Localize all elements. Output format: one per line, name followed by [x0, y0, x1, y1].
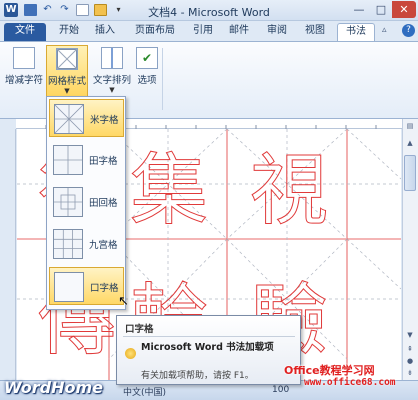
tab-calligraphy[interactable]: 书法 [337, 23, 375, 41]
ribbon-group-divider [162, 48, 163, 110]
status-language[interactable]: 中文(中国) [123, 385, 166, 398]
gallery-item-jiugong[interactable]: 九宫格 [49, 225, 124, 263]
gallery-item-label: 米字格 [90, 115, 119, 126]
grid-style-button[interactable]: 网格样式 ▼ [46, 45, 88, 97]
grid-style-dropdown-arrow-icon: ▼ [64, 87, 70, 95]
tab-file[interactable]: 文件 [4, 23, 46, 41]
title-bar: W ↶ ↷ ▾ 文档4 - Microsoft Word — □ ✕ [0, 0, 418, 21]
text-arrangement-label: 文字排列 [92, 75, 131, 86]
vertical-ruler[interactable] [0, 129, 16, 380]
scroll-down-arrow-icon[interactable]: ▼ [404, 330, 416, 340]
tianhui-grid-icon [53, 187, 83, 217]
options-checklist-icon: ✔ [136, 47, 158, 69]
gallery-item-label: 口字格 [90, 283, 119, 294]
ribbon-tab-row: 文件 开始 插入 页面布局 引用 邮件 审阅 视图 书法 [0, 21, 418, 41]
close-button[interactable]: ✕ [392, 1, 416, 18]
grid-guide-line [346, 129, 401, 180]
ruler-corner [0, 119, 16, 129]
addin-gear-icon [125, 348, 136, 359]
tooltip-title: 口字格 [125, 324, 154, 335]
tab-references[interactable]: 引用 [188, 23, 218, 41]
text-arrangement-button[interactable]: 文字排列 ▼ [90, 45, 134, 97]
grid-style-label: 网格样式 [47, 76, 86, 87]
grid-style-tooltip: 口字格 Microsoft Word 书法加载项 有关加载项帮助，请按 F1。 [116, 315, 301, 385]
previous-page-icon[interactable]: ⇞ [404, 344, 416, 354]
text-arrangement-icon [101, 47, 123, 69]
gallery-item-tianhui[interactable]: 田回格 [49, 183, 124, 221]
gallery-item-tian[interactable]: 田字格 [49, 141, 124, 179]
calligraphy-character: 集 [130, 146, 208, 236]
next-page-icon[interactable]: ⇟ [404, 368, 416, 378]
ruler-toggle-icon[interactable]: ▤ [404, 121, 416, 131]
options-button[interactable]: ✔ 选项 [134, 45, 160, 97]
grid-style-icon [56, 48, 78, 70]
wordhome-watermark: WordHome [4, 378, 104, 397]
mi-grid-icon [54, 104, 84, 134]
gallery-item-label: 田回格 [89, 198, 118, 209]
grid-style-gallery: 米字格 田字格 田回格 九宫格 口字格 [46, 96, 126, 310]
grid-guide-line [346, 238, 401, 290]
minimize-button[interactable]: — [348, 1, 370, 18]
jiugong-grid-icon [53, 229, 83, 259]
tab-insert[interactable]: 插入 [88, 23, 122, 41]
tian-grid-icon [53, 145, 83, 175]
add-remove-characters-button[interactable]: 增减字符 [4, 45, 44, 97]
vertical-scroll-thumb[interactable] [404, 155, 416, 191]
gallery-item-mi[interactable]: 米字格 [49, 99, 124, 137]
scroll-up-arrow-icon[interactable]: ▲ [404, 138, 416, 148]
tab-page-layout[interactable]: 页面布局 [128, 23, 182, 41]
tooltip-divider [123, 336, 295, 337]
kou-grid-icon [54, 272, 84, 302]
browse-object-icon[interactable]: ● [404, 356, 416, 366]
minimize-ribbon-icon[interactable]: ▵ [382, 25, 387, 35]
add-remove-characters-label: 增减字符 [4, 75, 43, 86]
status-zoom-level[interactable]: 100 [272, 385, 289, 395]
tab-view[interactable]: 视图 [300, 23, 330, 41]
help-icon[interactable]: ? [402, 24, 415, 37]
mouse-cursor-icon: ↖ [118, 294, 129, 309]
tab-home[interactable]: 开始 [52, 23, 86, 41]
tooltip-addin-name: Microsoft Word 书法加载项 [141, 342, 274, 353]
tab-review[interactable]: 审阅 [262, 23, 292, 41]
gallery-item-kou[interactable]: 口字格 [49, 267, 124, 305]
office68-url-watermark: www.office68.com [304, 377, 396, 388]
calligraphy-character: 視 [250, 146, 328, 236]
maximize-button[interactable]: □ [370, 1, 392, 18]
office68-watermark: Office教程学习网 [284, 364, 375, 377]
tooltip-help-text: 有关加载项帮助，请按 F1。 [141, 371, 254, 381]
characters-icon [13, 47, 35, 69]
text-arrangement-dropdown-arrow-icon: ▼ [109, 86, 115, 94]
options-label: 选项 [137, 75, 157, 86]
gallery-item-label: 九宫格 [89, 240, 118, 251]
gallery-item-label: 田字格 [89, 156, 118, 167]
tab-mailings[interactable]: 邮件 [224, 23, 254, 41]
